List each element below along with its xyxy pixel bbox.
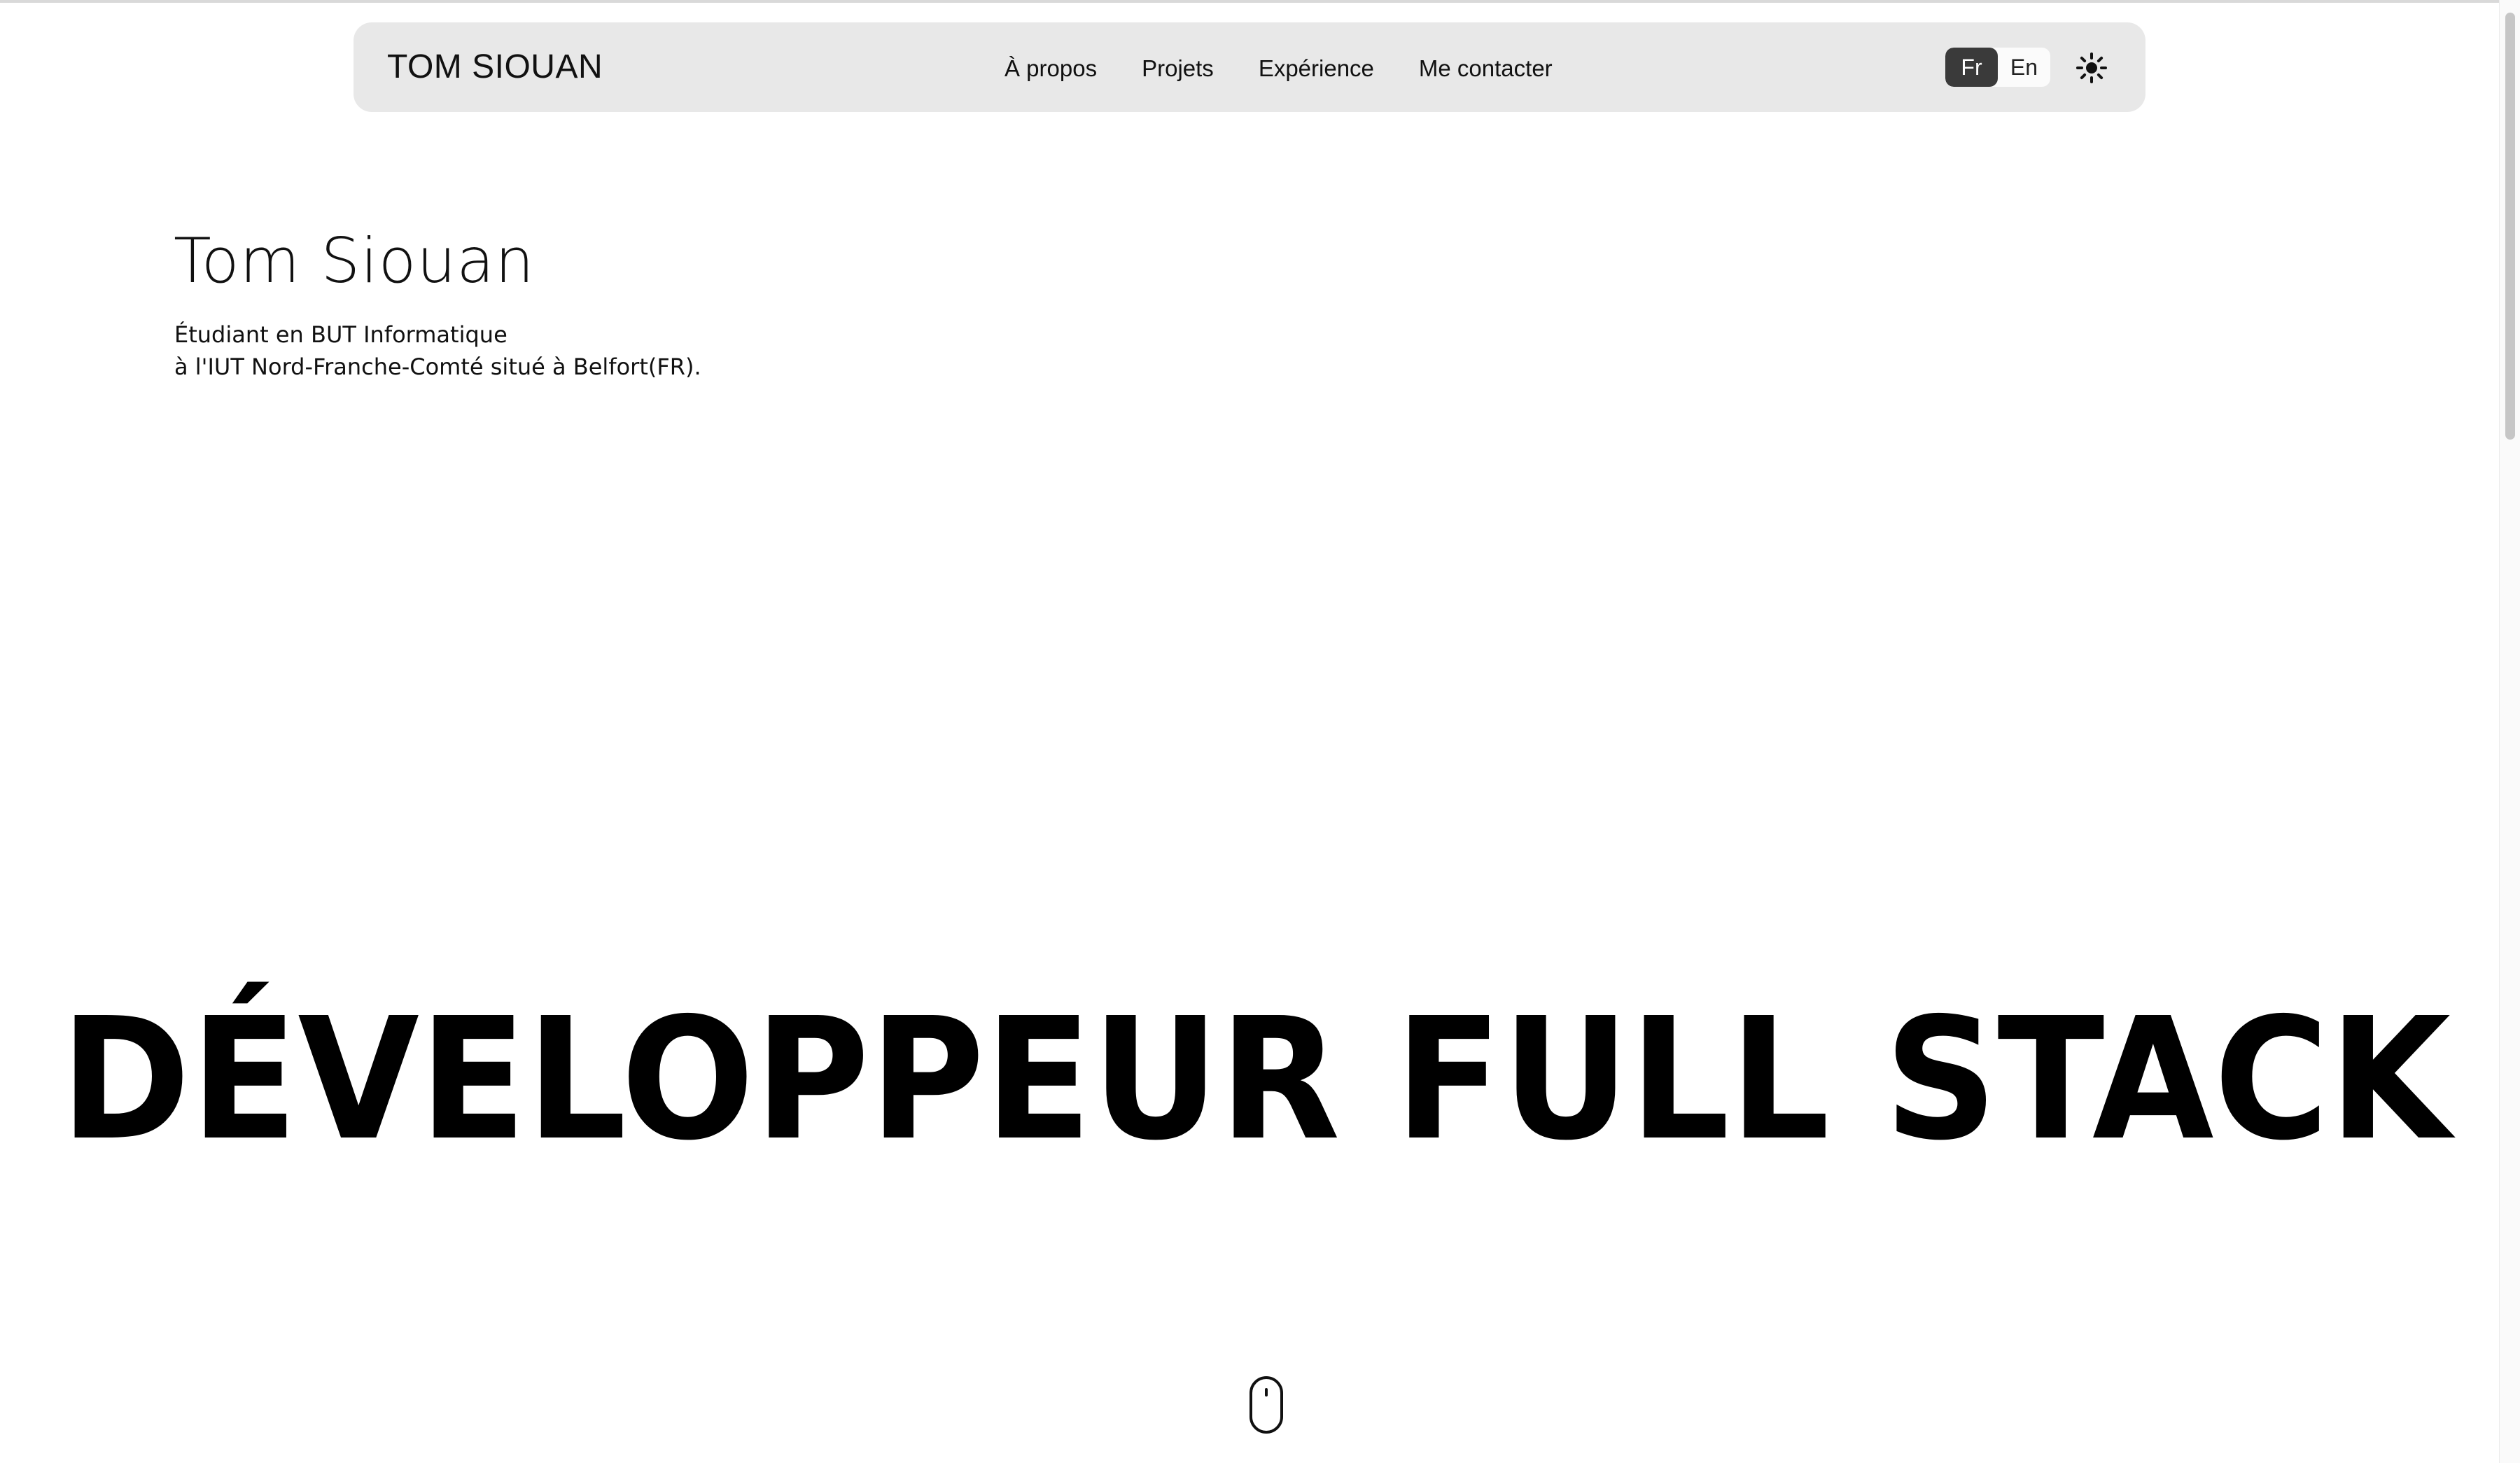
mouse-icon[interactable] bbox=[1249, 1376, 1284, 1434]
lang-button-fr[interactable]: Fr bbox=[1945, 48, 1998, 87]
sun-icon[interactable] bbox=[2076, 52, 2108, 84]
brand-logo[interactable]: TOM SIOUAN bbox=[387, 46, 603, 88]
page: TOM SIOUAN À propos Projets Expérience M… bbox=[0, 0, 2520, 1463]
hero-description-line-1: Étudiant en BUT Informatique bbox=[174, 321, 507, 348]
language-switch: Fr En bbox=[1945, 48, 2050, 87]
nav-link-contact[interactable]: Me contacter bbox=[1419, 55, 1553, 82]
headline: DÉVELOPPEUR FULL STACK bbox=[60, 966, 2468, 1148]
hero-description-line-2: à l'IUT Nord-Franche-Comté situé à Belfo… bbox=[174, 354, 701, 380]
headline-text: DÉVELOPPEUR FULL STACK bbox=[60, 981, 2456, 1148]
hero-description: Étudiant en BUT Informatique à l'IUT Nor… bbox=[174, 318, 701, 383]
nav-link-projets[interactable]: Projets bbox=[1142, 55, 1214, 82]
vertical-scrollbar[interactable] bbox=[2499, 0, 2520, 1463]
nav-link-a-propos[interactable]: À propos bbox=[1004, 55, 1097, 82]
hero-name: Tom Siouan bbox=[174, 225, 535, 297]
window-top-edge bbox=[0, 0, 2520, 3]
scrollbar-thumb[interactable] bbox=[2505, 13, 2515, 440]
navbar: TOM SIOUAN À propos Projets Expérience M… bbox=[354, 22, 2146, 112]
lang-button-en[interactable]: En bbox=[1998, 48, 2050, 87]
nav-link-experience[interactable]: Expérience bbox=[1259, 55, 1374, 82]
nav-links: À propos Projets Expérience Me contacter bbox=[1004, 49, 1553, 88]
